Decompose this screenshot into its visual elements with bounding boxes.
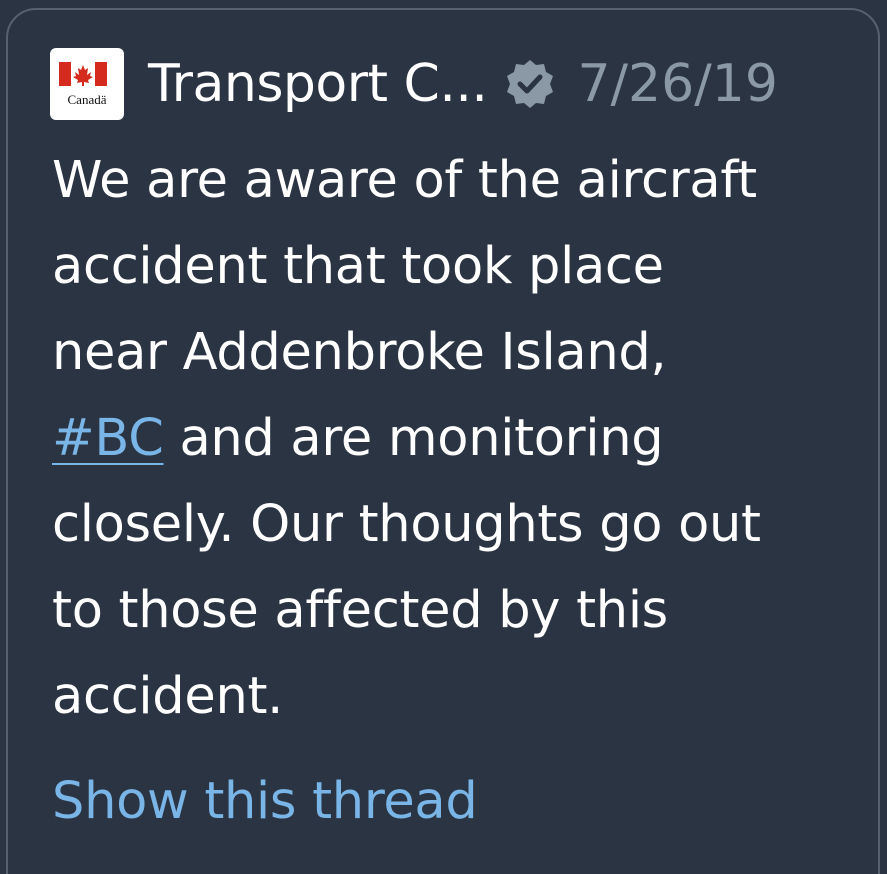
tweet-text-line: #BC and are monitoring bbox=[52, 396, 852, 482]
tweet-text-line: closely. Our thoughts go out bbox=[52, 495, 761, 554]
hashtag-link[interactable]: #BC bbox=[52, 409, 164, 468]
canada-flag-logo-icon: Canadä bbox=[59, 62, 107, 107]
avatar[interactable]: Canadä bbox=[50, 48, 124, 120]
tweet-text-fragment: and are monitoring bbox=[163, 409, 664, 468]
tweet-body: We are aware of the aircraft accident th… bbox=[52, 138, 852, 740]
author-name[interactable]: Transport C... bbox=[148, 54, 488, 114]
tweet-text-line: to those affected by this bbox=[52, 581, 668, 640]
show-thread-link[interactable]: Show this thread bbox=[52, 772, 478, 831]
verified-badge-icon bbox=[507, 60, 554, 108]
tweet-text-line: accident. bbox=[52, 667, 284, 726]
tweet-text-line: near Addenbroke Island, bbox=[52, 323, 667, 382]
tweet-header: Canadä Transport C... 7/26/19 bbox=[50, 44, 778, 124]
tweet-text-line: We are aware of the aircraft bbox=[52, 151, 757, 210]
tweet-text-line: accident that took place bbox=[52, 237, 664, 296]
tweet-date[interactable]: 7/26/19 bbox=[577, 54, 777, 114]
avatar-wordmark: Canadä bbox=[68, 92, 107, 107]
